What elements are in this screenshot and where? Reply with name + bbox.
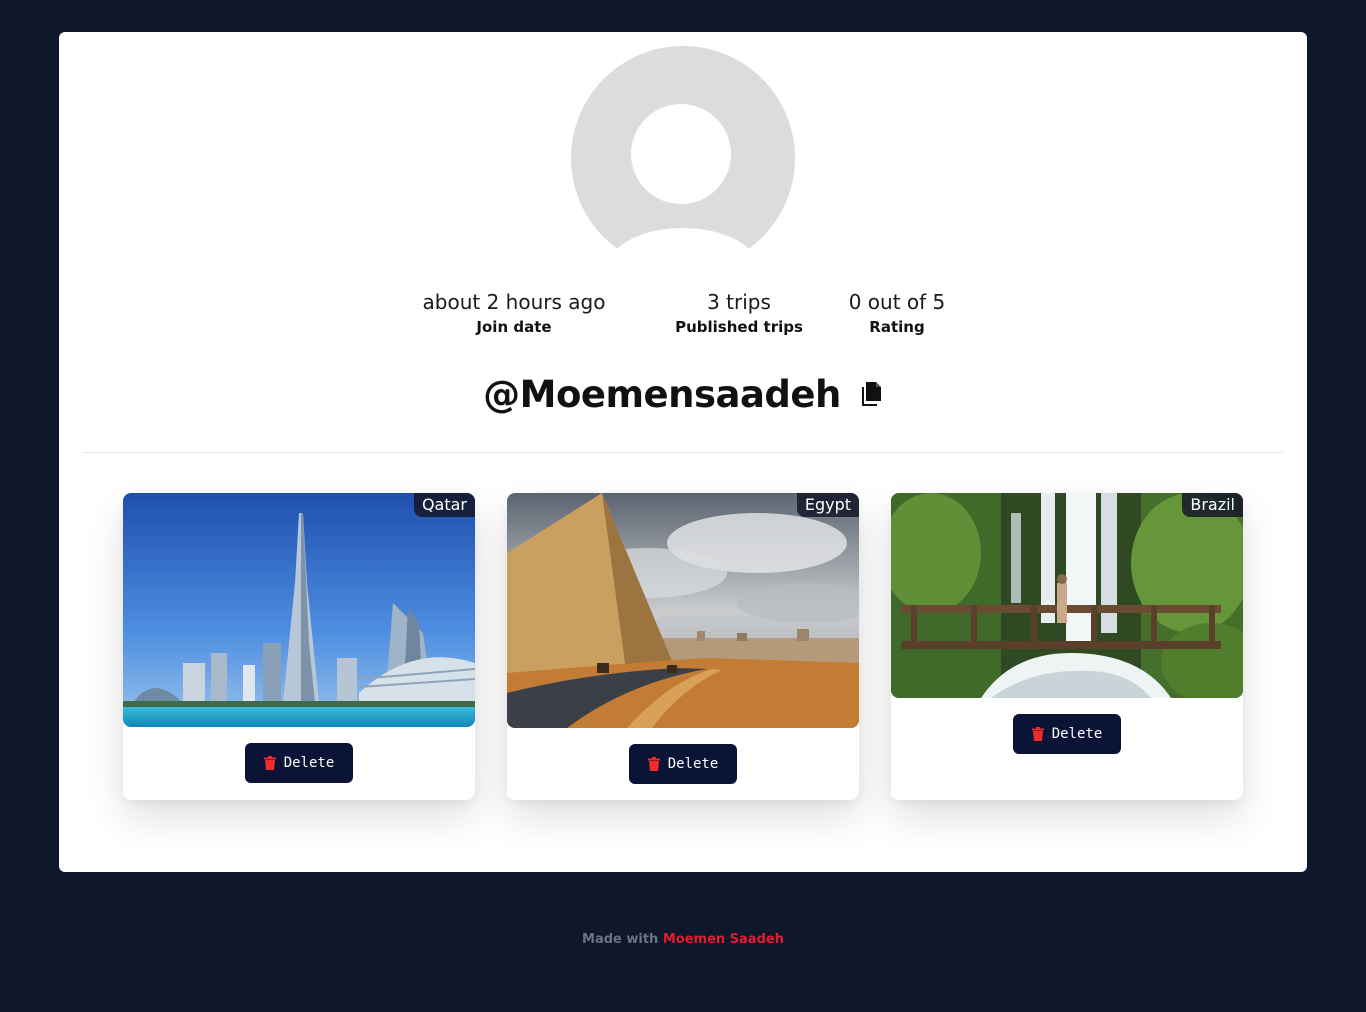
avatar-body-shape (608, 228, 758, 270)
footer: Made with Moemen Saadeh (0, 932, 1366, 947)
delete-label: Delete (667, 756, 719, 772)
delete-button[interactable]: Delete (245, 743, 353, 783)
profile-card: about 2 hours ago Join date 3 trips Publ… (59, 32, 1307, 872)
username: @Moemensaadeh (483, 372, 841, 416)
trips-value: 3 trips (707, 290, 771, 314)
copy-icon[interactable] (859, 381, 883, 407)
stat-published-trips: 3 trips Published trips (649, 288, 829, 338)
stat-rating: 0 out of 5 Rating (832, 288, 962, 338)
trip-image-egypt: Egypt (507, 493, 859, 728)
trip-card: Qatar Delete (123, 493, 475, 800)
avatar (571, 46, 795, 270)
username-row: @Moemensaadeh (59, 366, 1307, 422)
trips-label: Published trips (675, 318, 803, 336)
country-tag: Brazil (1182, 493, 1243, 517)
trip-card: Brazil Delete (891, 493, 1243, 800)
join-date-label: Join date (476, 318, 552, 336)
join-date-value: about 2 hours ago (422, 290, 606, 314)
stat-join-date: about 2 hours ago Join date (409, 288, 619, 338)
footer-author-link[interactable]: Moemen Saadeh (663, 932, 784, 947)
trip-card: Egypt Delete (507, 493, 859, 800)
footer-prefix: Made with (582, 932, 663, 947)
delete-button[interactable]: Delete (1013, 714, 1121, 754)
trash-icon (263, 756, 276, 770)
divider (83, 452, 1283, 453)
delete-label: Delete (1051, 726, 1103, 742)
trash-icon (1031, 727, 1044, 741)
avatar-head-shape (631, 104, 731, 204)
delete-button[interactable]: Delete (629, 744, 737, 784)
rating-value: 0 out of 5 (848, 290, 946, 314)
trip-image-qatar: Qatar (123, 493, 475, 727)
country-tag: Qatar (413, 493, 475, 517)
trip-image-brazil: Brazil (891, 493, 1243, 698)
country-tag: Egypt (796, 493, 859, 517)
trash-icon (647, 757, 660, 771)
rating-label: Rating (869, 318, 925, 336)
delete-label: Delete (283, 755, 335, 771)
